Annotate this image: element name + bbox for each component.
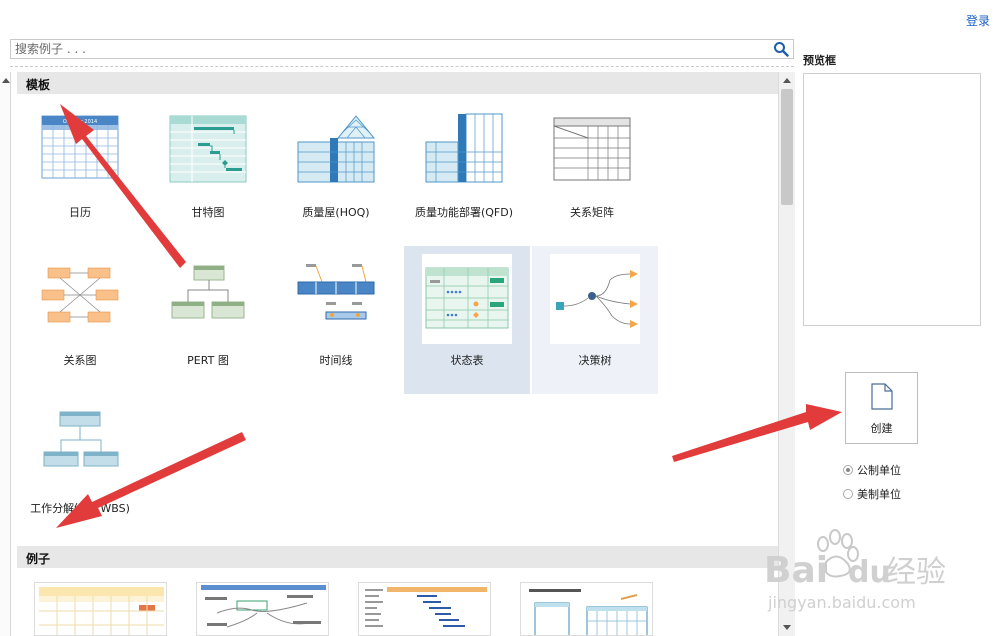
section-header-templates: 模板 <box>17 72 778 94</box>
pert-thumbnail <box>171 265 245 319</box>
preview-box <box>803 73 981 326</box>
decision-tree-thumbnail <box>550 254 640 344</box>
search-input[interactable] <box>11 40 761 58</box>
left-scroll-strip[interactable] <box>0 72 11 636</box>
gantt-example-thumbnail <box>365 587 487 627</box>
create-button[interactable]: 创建 <box>845 372 918 444</box>
template-label: 质量功能部署(QFD) <box>414 206 514 219</box>
example-mindmap[interactable] <box>196 582 329 636</box>
template-label: 关系矩阵 <box>570 206 614 219</box>
calendar-caption: October 2014 <box>63 119 97 125</box>
template-qfd[interactable]: 质量功能部署(QFD) <box>401 98 527 246</box>
qfd-thumbnail <box>425 113 503 183</box>
watermark-brand2: du <box>848 555 891 590</box>
watermark-cn: 经验 <box>886 555 946 590</box>
template-calendar[interactable]: October 2014 日历 <box>17 98 143 246</box>
timeline-thumbnail <box>297 264 375 320</box>
calendar-example-thumbnail <box>39 587 164 635</box>
example-calendar-list[interactable] <box>520 582 653 636</box>
unit-metric-option[interactable]: 公制单位 <box>843 462 901 478</box>
unit-metric-label: 公制单位 <box>857 464 901 477</box>
calendar-thumbnail: October 2014 <box>41 115 119 179</box>
relation-thumbnail <box>41 267 119 323</box>
example-calendar[interactable] <box>34 582 167 636</box>
matrix-thumbnail <box>553 117 631 181</box>
template-gantt[interactable]: 甘特图 <box>145 98 271 246</box>
wbs-thumbnail <box>43 411 119 467</box>
template-state-table[interactable]: 状态表 <box>404 246 530 394</box>
template-label: 质量屋(HOQ) <box>302 206 370 219</box>
gantt-thumbnail <box>169 115 247 183</box>
section-header-examples: 例子 <box>17 546 778 568</box>
template-gallery-window: 登录 模板 October 2014 日历 <box>0 0 1000 636</box>
create-button-label: 创建 <box>870 422 893 435</box>
login-link[interactable]: 登录 <box>966 12 990 29</box>
template-label: 时间线 <box>319 354 353 367</box>
example-gantt[interactable] <box>358 582 491 636</box>
search-box <box>10 39 794 59</box>
hoq-thumbnail <box>297 115 376 183</box>
scroll-down-icon[interactable] <box>783 625 791 630</box>
template-label: 日历 <box>69 206 91 219</box>
calendar-list-example-thumbnail <box>529 589 648 635</box>
document-icon <box>871 383 893 410</box>
unit-imperial-option[interactable]: 美制单位 <box>843 486 901 502</box>
template-relation-diagram[interactable]: 关系图 <box>17 246 143 394</box>
template-label: 决策树 <box>578 354 612 367</box>
radio-metric[interactable] <box>843 465 853 475</box>
scroll-up-icon[interactable] <box>783 78 791 83</box>
search-icon[interactable] <box>773 41 789 57</box>
template-label: 工作分解结构(WBS) <box>30 502 130 515</box>
baidu-jingyan-watermark: Bai du 经验 jingyan.baidu.com <box>764 529 946 612</box>
radio-imperial[interactable] <box>843 489 853 499</box>
preview-title: 预览框 <box>803 54 836 67</box>
template-decision-tree[interactable]: 决策树 <box>532 246 658 394</box>
template-label: 状态表 <box>450 354 484 367</box>
template-matrix[interactable]: 关系矩阵 <box>529 98 655 246</box>
vertical-scrollbar[interactable] <box>778 72 795 636</box>
template-panel: 模板 October 2014 日历 甘特图 质量屋(HOQ) 质量功能部署(Q… <box>17 72 778 636</box>
state-table-thumbnail <box>422 254 512 344</box>
mindmap-example-thumbnail <box>201 585 326 628</box>
template-wbs[interactable]: 工作分解结构(WBS) <box>17 394 143 542</box>
scroll-up-icon[interactable] <box>2 78 10 83</box>
scrollbar-thumb[interactable] <box>781 89 793 205</box>
template-hoq[interactable]: 质量屋(HOQ) <box>273 98 399 246</box>
unit-imperial-label: 美制单位 <box>857 488 901 501</box>
template-timeline[interactable]: 时间线 <box>273 246 399 394</box>
divider <box>10 66 794 67</box>
template-label: 甘特图 <box>191 206 225 219</box>
template-pert[interactable]: PERT 图 <box>145 246 271 394</box>
template-label: 关系图 <box>63 354 97 367</box>
template-label: PERT 图 <box>187 354 229 367</box>
